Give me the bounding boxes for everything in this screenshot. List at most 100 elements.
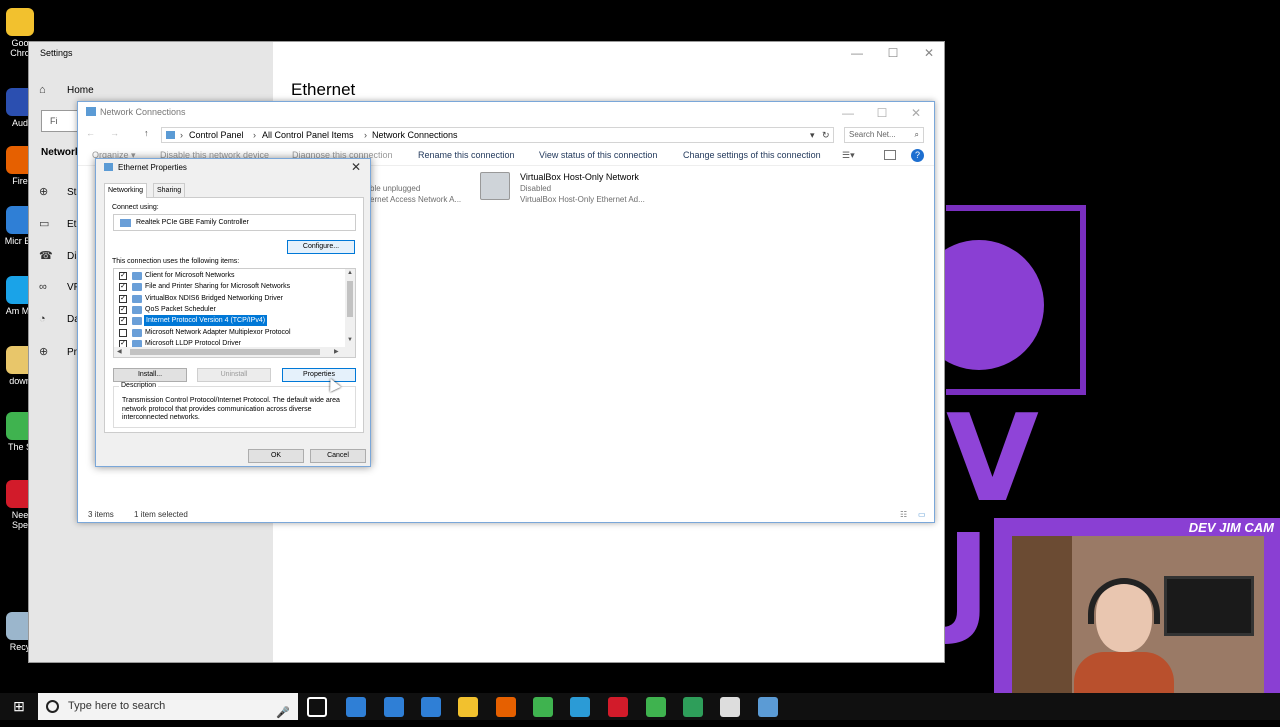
item-checkbox[interactable]: ✓ <box>119 294 127 303</box>
app-blue-icon[interactable] <box>570 697 590 717</box>
cam-label: DEV JIM CAM <box>1188 520 1274 535</box>
view-options-icon[interactable]: ☰▾ <box>842 150 855 161</box>
chevron-down-icon[interactable]: ▾ <box>810 128 815 142</box>
edge-icon[interactable] <box>346 697 366 717</box>
settings-title: Settings <box>40 48 73 58</box>
camtasia-icon[interactable] <box>646 697 666 717</box>
sidebar-item-6[interactable]: ◔ Da <box>39 313 80 325</box>
view-status-command[interactable]: View status of this connection <box>539 150 657 160</box>
sidebar-item-3[interactable]: ▭ Eth <box>39 217 82 230</box>
address-bar[interactable]: › Control Panel › All Control Panel Item… <box>161 127 834 143</box>
sidebar-item-label: Home <box>67 85 94 96</box>
description-label: Description <box>119 382 159 389</box>
item-label: Microsoft Network Adapter Multiplexor Pr… <box>145 328 291 336</box>
home-icon: ⌂ <box>39 84 46 96</box>
taskbar-search-input[interactable]: Type here to search 🎤 <box>38 693 298 720</box>
store-icon[interactable] <box>384 697 404 717</box>
vertical-scrollbar[interactable]: ▲ ▼ <box>345 269 355 347</box>
item-checkbox[interactable]: ✓ <box>119 305 127 314</box>
item-count: 3 items <box>88 510 114 519</box>
item-checkbox[interactable]: ✓ <box>119 272 127 280</box>
task-view-icon[interactable] <box>307 697 327 717</box>
close-icon[interactable]: ✕ <box>911 42 947 64</box>
component-icon <box>132 328 142 337</box>
install-button[interactable]: Install... <box>113 368 187 382</box>
window-titlebar: Network Connections — ☐ ✕ <box>78 102 934 123</box>
search-input[interactable]: Search Net... ⌕ <box>844 127 924 143</box>
uninstall-button[interactable]: Uninstall <box>197 368 271 382</box>
list-item[interactable]: ✓ VirtualBox NDIS6 Bridged Networking Dri… <box>114 293 347 304</box>
network-connections-icon[interactable] <box>758 697 778 717</box>
preview-pane-icon[interactable] <box>884 150 896 160</box>
adapter-icon <box>120 219 131 227</box>
minimize-icon[interactable]: — <box>830 102 866 124</box>
list-item[interactable]: Microsoft Network Adapter Multiplexor Pr… <box>114 327 347 338</box>
firefox-icon[interactable] <box>496 697 516 717</box>
item-checkbox[interactable]: ✓ <box>119 317 127 326</box>
up-arrow-icon[interactable]: ↑ <box>144 128 149 138</box>
settings-icon[interactable] <box>720 697 740 717</box>
sidebar-item-2[interactable]: ⊕ Sta <box>39 185 82 198</box>
refresh-icon[interactable]: ↻ <box>822 128 830 142</box>
items-list[interactable]: ✓ Client for Microsoft Networks ✓ File and … <box>113 268 356 358</box>
connection-virtualbox[interactable]: VirtualBox Host-Only Network Disabled Vi… <box>520 172 645 205</box>
configure-button[interactable]: Configure... <box>287 240 355 254</box>
back-arrow-icon[interactable]: ← <box>86 128 95 138</box>
app-red-icon[interactable] <box>608 697 628 717</box>
maximize-icon[interactable]: ☐ <box>875 42 911 64</box>
sidebar-item-4[interactable]: ☎ Dia <box>39 249 82 262</box>
proxy-icon: ⊕ <box>39 346 49 358</box>
large-icons-view-icon[interactable]: ▭ <box>918 510 926 519</box>
breadcrumb-control-panel[interactable]: Control Panel <box>189 128 244 142</box>
breadcrumb-all-items[interactable]: All Control Panel Items <box>262 128 354 142</box>
rename-command[interactable]: Rename this connection <box>418 150 515 160</box>
taskbar: ⊞ Type here to search 🎤 <box>0 693 1280 720</box>
cortana-icon <box>46 700 59 713</box>
ethernet-icon <box>104 163 113 171</box>
control-panel-icon <box>166 131 175 139</box>
component-icon <box>132 317 142 326</box>
list-item[interactable]: ✓ QoS Packet Scheduler <box>114 304 347 315</box>
list-item[interactable]: ✓ Internet Protocol Version 4 (TCP/IPv4) <box>114 315 347 327</box>
change-settings-command[interactable]: Change settings of this connection <box>683 150 821 160</box>
networking-panel: Connect using: Realtek PCIe GBE Family C… <box>104 197 364 433</box>
list-item[interactable]: ✓ Client for Microsoft Networks <box>114 270 347 281</box>
forward-arrow-icon[interactable]: → <box>110 128 119 138</box>
minimize-icon[interactable]: — <box>839 42 875 64</box>
search-icon: ⌕ <box>914 130 919 139</box>
sidebar-item-5[interactable]: ∞ VP <box>39 281 80 293</box>
network-adapter-icon[interactable] <box>480 172 510 200</box>
start-button[interactable]: ⊞ <box>0 693 38 720</box>
connection-ethernet[interactable]: ble unplugged ernet Access Network A... <box>370 183 461 205</box>
item-checkbox[interactable]: ✓ <box>119 283 127 292</box>
adapter-name-field: Realtek PCIe GBE Family Controller <box>113 214 356 231</box>
help-icon[interactable]: ? <box>911 149 924 162</box>
close-icon[interactable]: ✕ <box>898 102 934 124</box>
find-setting-input[interactable]: Fi <box>41 110 81 132</box>
cancel-button[interactable]: Cancel <box>310 449 366 463</box>
vpn-icon: ∞ <box>39 281 47 293</box>
maximize-icon[interactable]: ☐ <box>864 102 900 124</box>
mail-icon[interactable] <box>421 697 441 717</box>
properties-button[interactable]: Properties <box>282 368 356 382</box>
ethernet-icon: ▭ <box>39 218 50 230</box>
sidebar-item-0[interactable]: ⌂ Home <box>39 84 94 96</box>
details-view-icon[interactable]: ☷ <box>900 510 907 519</box>
tab-networking[interactable]: Networking <box>104 183 148 198</box>
microphone-icon[interactable]: 🎤 <box>276 700 290 727</box>
file-explorer-icon[interactable] <box>458 697 478 717</box>
tab-sharing[interactable]: Sharing <box>153 183 186 197</box>
breadcrumb-network-connections[interactable]: Network Connections <box>372 128 458 142</box>
network-connections-icon <box>86 107 96 116</box>
selection-count: 1 item selected <box>134 510 188 519</box>
app-green-icon[interactable] <box>683 697 703 717</box>
chrome-icon[interactable] <box>533 697 553 717</box>
status-icon: ⊕ <box>39 186 49 198</box>
item-checkbox[interactable] <box>119 328 127 337</box>
list-item[interactable]: ✓ File and Printer Sharing for Microsoft … <box>114 281 347 292</box>
description-group: Description Transmission Control Protoco… <box>113 382 356 428</box>
close-icon[interactable]: ✕ <box>346 160 366 174</box>
dialog-title: Ethernet Properties <box>118 163 187 172</box>
horizontal-scrollbar[interactable]: ◀ ▶ <box>114 347 355 357</box>
ok-button[interactable]: OK <box>248 449 304 463</box>
